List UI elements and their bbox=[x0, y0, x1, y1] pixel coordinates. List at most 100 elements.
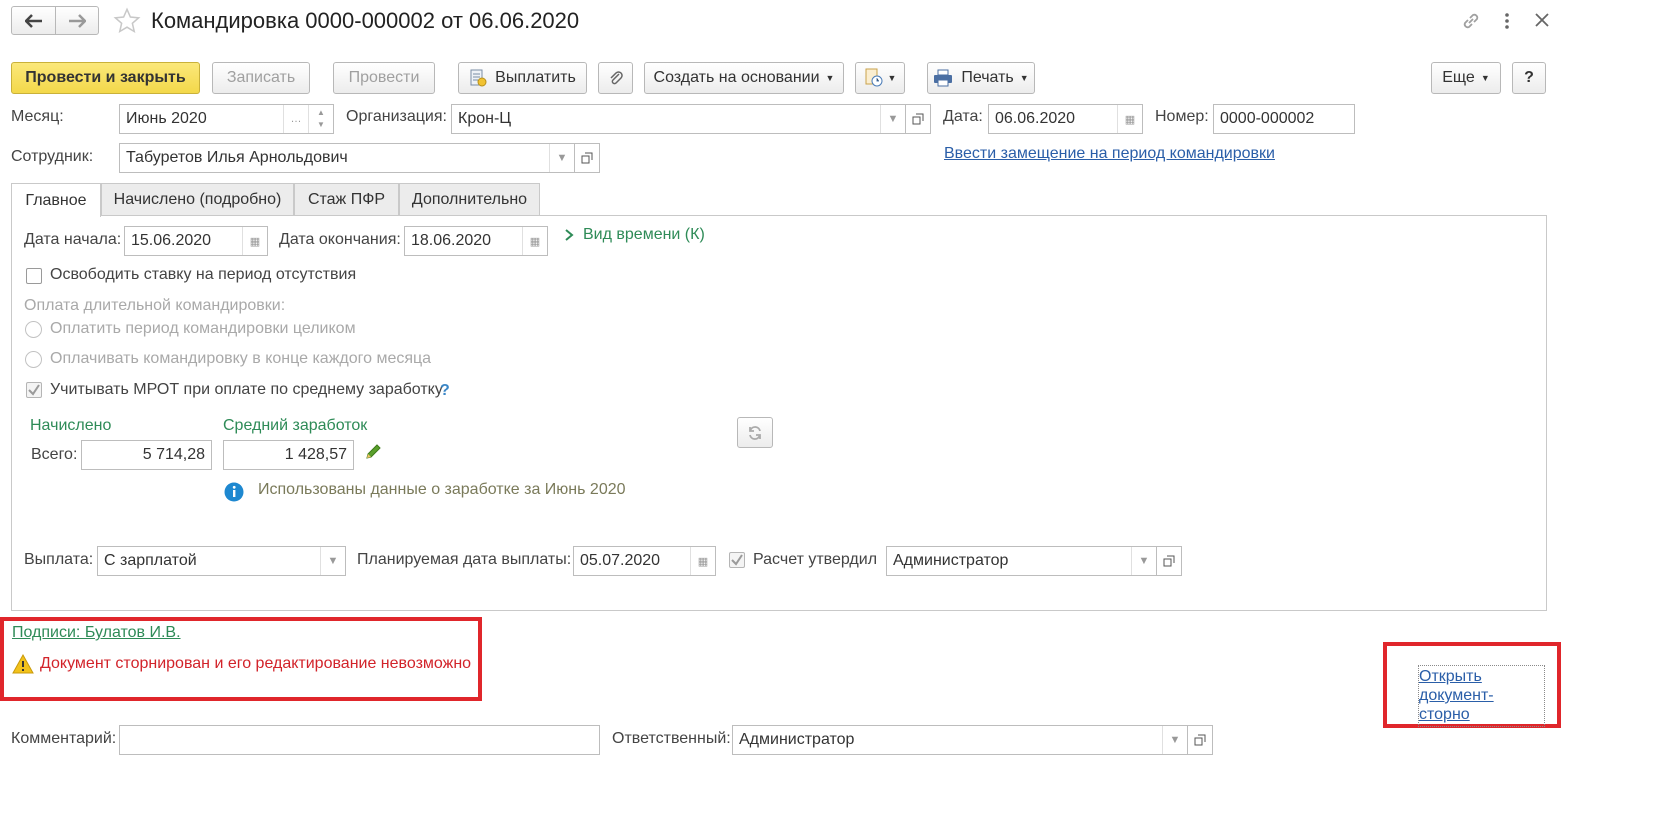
open-storno-line2: документ-сторно bbox=[1419, 687, 1494, 723]
open-window-icon bbox=[1194, 734, 1206, 746]
enter-replacement-link[interactable]: Ввести замещение на период командировки bbox=[944, 145, 1275, 163]
start-date-field[interactable]: 15.06.2020 ▦ bbox=[124, 226, 268, 256]
tab-main[interactable]: Главное bbox=[11, 183, 101, 217]
favorite-star-icon[interactable] bbox=[113, 7, 141, 40]
dropdown-arrow-icon[interactable]: ▼ bbox=[1162, 726, 1187, 754]
approved-label: Расчет утвердил bbox=[753, 551, 878, 568]
edit-pencil-icon[interactable] bbox=[364, 443, 382, 466]
dropdown-arrow-icon: ▼ bbox=[1480, 73, 1490, 83]
employee-open-button[interactable] bbox=[575, 143, 600, 173]
mrot-help-icon[interactable]: ? bbox=[440, 382, 450, 400]
time-kind-label: Вид времени (К) bbox=[583, 226, 705, 243]
tab-additional[interactable]: Дополнительно bbox=[399, 183, 540, 216]
print-button[interactable]: Печать ▼ bbox=[927, 62, 1035, 94]
tab-accrued-detail[interactable]: Начислено (подробно) bbox=[101, 183, 294, 216]
free-rate-checkbox[interactable] bbox=[26, 268, 42, 284]
comment-field[interactable] bbox=[119, 725, 600, 755]
save-label: Записать bbox=[226, 69, 296, 86]
tab-accrued-detail-label: Начислено (подробно) bbox=[113, 191, 282, 208]
calendar-icon[interactable]: ▦ bbox=[522, 227, 547, 255]
calendar-icon[interactable]: ▦ bbox=[690, 547, 715, 575]
avg-earnings-header: Средний заработок bbox=[223, 417, 368, 434]
start-date-label: Дата начала: bbox=[24, 231, 122, 248]
post-label: Провести bbox=[348, 69, 420, 86]
dropdown-arrow-icon[interactable]: ▼ bbox=[880, 105, 905, 133]
signatures-link[interactable]: Подписи: Булатов И.В. bbox=[12, 624, 181, 642]
link-icon[interactable] bbox=[1460, 10, 1482, 37]
employee-field[interactable]: Табуретов Илья Арнольдович ▼ bbox=[119, 143, 575, 173]
chevron-right-icon bbox=[565, 229, 574, 241]
pay-button[interactable]: Выплатить bbox=[458, 62, 587, 94]
tab-pfr-experience-label: Стаж ПФР bbox=[307, 191, 386, 208]
responsible-open-button[interactable] bbox=[1188, 725, 1213, 755]
calendar-icon[interactable]: ▦ bbox=[242, 227, 267, 255]
total-accrued-field[interactable]: 5 714,28 bbox=[81, 440, 212, 470]
responsible-field[interactable]: Администратор ▼ bbox=[732, 725, 1188, 755]
print-label: Печать bbox=[961, 69, 1014, 86]
avg-earnings-field[interactable]: 1 428,57 bbox=[223, 440, 354, 470]
dropdown-arrow-icon[interactable]: ▼ bbox=[1131, 547, 1156, 575]
pay-monthly-radio[interactable] bbox=[25, 351, 42, 368]
end-date-field[interactable]: 18.06.2020 ▦ bbox=[404, 226, 548, 256]
save-button[interactable]: Записать bbox=[212, 62, 310, 94]
checkmark-icon bbox=[731, 554, 743, 566]
mrot-checkbox[interactable] bbox=[26, 382, 42, 398]
approved-checkbox[interactable] bbox=[729, 552, 745, 568]
post-button[interactable]: Провести bbox=[333, 62, 435, 94]
info-text: Использованы данные о заработке за Июнь … bbox=[258, 481, 626, 498]
tab-additional-label: Дополнительно bbox=[411, 191, 528, 208]
open-storno-link[interactable]: Открыть документ-сторно bbox=[1418, 665, 1545, 727]
pay-whole-radio[interactable] bbox=[25, 321, 42, 338]
info-icon bbox=[224, 482, 244, 507]
date-field[interactable]: 06.06.2020 ▦ bbox=[988, 104, 1143, 134]
pay-label: Выплатить bbox=[495, 69, 576, 86]
payout-label: Выплата: bbox=[24, 551, 94, 568]
payout-field[interactable]: С зарплатой ▼ bbox=[97, 546, 346, 576]
organization-field[interactable]: Крон-Ц ▼ bbox=[451, 104, 906, 134]
organization-label: Организация: bbox=[346, 108, 447, 125]
number-field[interactable]: 0000-000002 bbox=[1213, 104, 1355, 134]
tab-pfr-experience[interactable]: Стаж ПФР bbox=[294, 183, 399, 216]
create-based-on-button[interactable]: Создать на основании ▼ bbox=[644, 62, 844, 94]
approved-by-value: Администратор bbox=[893, 552, 1009, 569]
dropdown-arrow-icon[interactable]: ▼ bbox=[320, 547, 345, 575]
select-ellipsis-icon[interactable]: … bbox=[283, 105, 308, 133]
approved-by-open-button[interactable] bbox=[1157, 546, 1182, 576]
date-label: Дата: bbox=[943, 108, 983, 125]
back-button[interactable] bbox=[11, 6, 56, 35]
responsible-label: Ответственный: bbox=[612, 730, 731, 747]
attach-button[interactable] bbox=[598, 62, 633, 94]
checkmark-icon bbox=[28, 384, 40, 396]
payment-document-icon bbox=[470, 69, 487, 87]
refresh-button[interactable] bbox=[737, 417, 773, 448]
start-date-value: 15.06.2020 bbox=[131, 232, 212, 249]
refresh-icon bbox=[749, 425, 761, 440]
dropdown-arrow-icon[interactable]: ▼ bbox=[549, 144, 574, 172]
calendar-icon[interactable]: ▦ bbox=[1117, 105, 1142, 133]
date-value: 06.06.2020 bbox=[995, 110, 1076, 127]
dropdown-arrow-icon: ▼ bbox=[887, 73, 897, 83]
month-field[interactable]: Июнь 2020 … ▲ ▼ bbox=[119, 104, 334, 134]
more-button[interactable]: Еще ▼ bbox=[1431, 62, 1501, 94]
spin-buttons[interactable]: ▲ ▼ bbox=[308, 105, 333, 133]
time-kind-toggle[interactable]: Вид времени (К) bbox=[563, 226, 705, 244]
pay-monthly-label: Оплачивать командировку в конце каждого … bbox=[50, 350, 432, 367]
tab-main-label: Главное bbox=[25, 191, 87, 209]
number-value: 0000-000002 bbox=[1220, 110, 1315, 127]
organization-open-button[interactable] bbox=[906, 104, 931, 134]
pay-whole-label: Оплатить период командировки целиком bbox=[50, 320, 356, 337]
warning-icon bbox=[12, 653, 34, 679]
more-vertical-icon[interactable] bbox=[1503, 12, 1511, 35]
open-window-icon bbox=[912, 113, 924, 125]
document-flow-button[interactable]: ▼ bbox=[855, 62, 905, 94]
window-title: Командировка 0000-000002 от 06.06.2020 bbox=[151, 8, 580, 33]
paperclip-icon bbox=[609, 71, 623, 85]
planned-date-field[interactable]: 05.07.2020 ▦ bbox=[573, 546, 716, 576]
dropdown-arrow-icon: ▼ bbox=[1019, 73, 1029, 83]
month-label: Месяц: bbox=[11, 108, 64, 125]
help-button[interactable]: ? bbox=[1512, 62, 1546, 94]
approved-by-field[interactable]: Администратор ▼ bbox=[886, 546, 1157, 576]
post-and-close-button[interactable]: Провести и закрыть bbox=[11, 62, 200, 94]
close-icon[interactable] bbox=[1534, 12, 1550, 33]
forward-button[interactable] bbox=[55, 6, 99, 35]
